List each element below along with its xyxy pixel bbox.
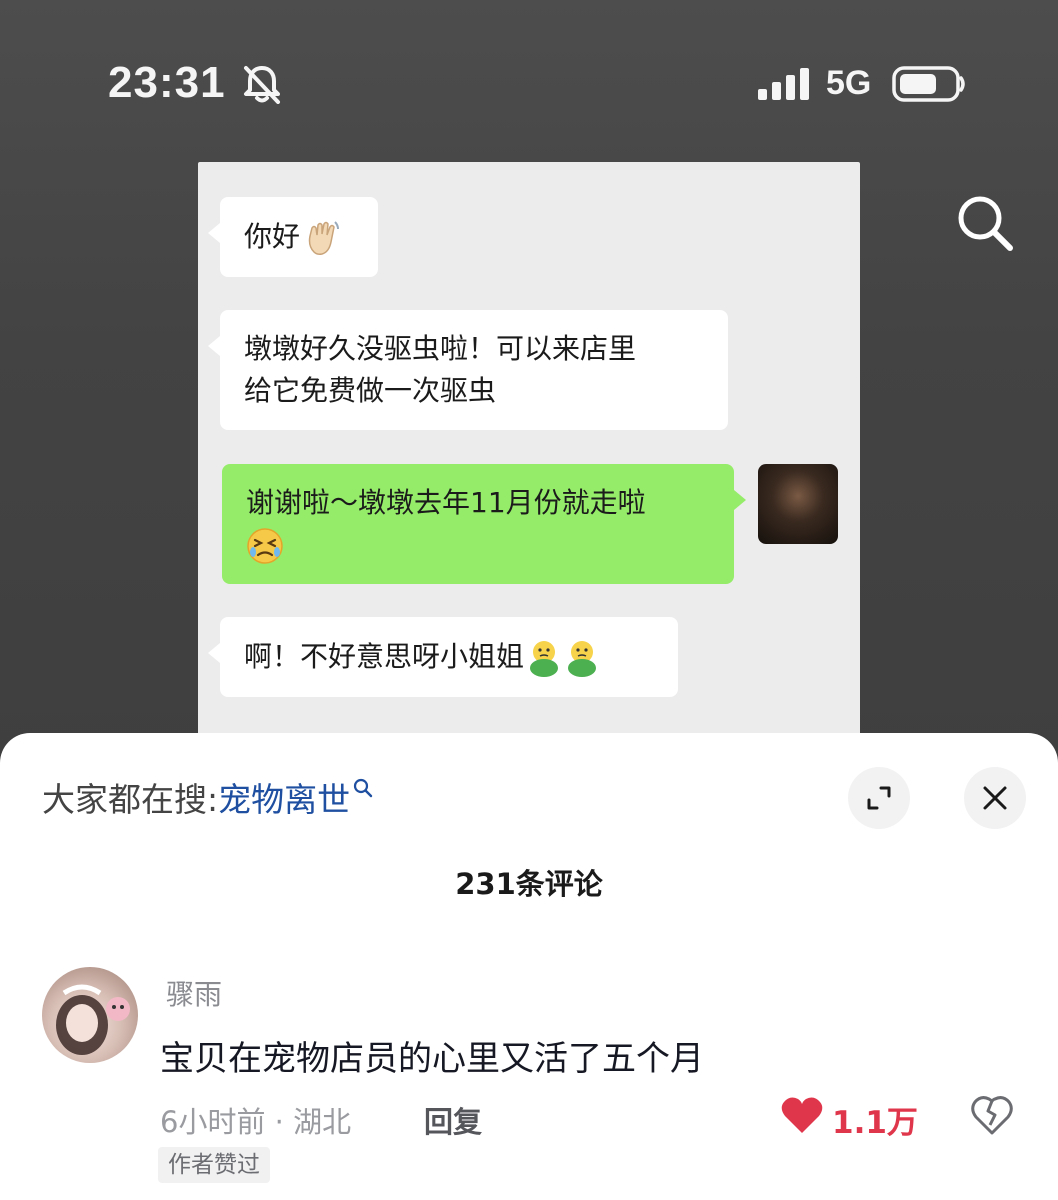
search-small-icon	[354, 778, 373, 798]
expand-button[interactable]	[848, 767, 910, 829]
avatar-illustration	[56, 984, 130, 1055]
expand-icon	[867, 786, 891, 810]
heart-icon	[781, 1097, 823, 1133]
author-liked-badge: 作者赞过	[158, 1147, 270, 1183]
trending-keyword[interactable]: 宠物离世	[218, 780, 350, 819]
chat-bubble-apology: 啊！不好意思呀小姐姐	[208, 617, 678, 697]
comments-sheet: 大家都在搜:宠物离世 231条评论 骤雨 宝贝在宠物店员的心里又活了五个月 6小…	[0, 733, 1058, 1200]
chat-text: 你好	[244, 220, 301, 253]
duck-emoji-icon	[530, 641, 597, 677]
close-icon	[983, 786, 1007, 810]
trending-search-link[interactable]: 大家都在搜:宠物离世	[42, 773, 374, 821]
chat-text: 谢谢啦～墩墩去年11月份就走啦	[246, 486, 646, 519]
trending-prefix: 大家都在搜:	[42, 780, 219, 819]
comment-meta: 6小时前 · 湖北	[160, 1105, 352, 1139]
chat-user-avatar	[758, 464, 838, 544]
chat-bubble-greeting: 你好	[208, 197, 378, 277]
bell-muted-icon	[244, 66, 280, 104]
chat-text: 给它免费做一次驱虫	[244, 374, 497, 407]
battery-icon	[892, 66, 965, 102]
crying-face-icon	[247, 528, 283, 564]
like-count: 1.1万	[832, 1105, 918, 1141]
comment-count: 231条评论	[455, 867, 603, 901]
comment-text: 宝贝在宠物店员的心里又活了五个月	[160, 1039, 704, 1079]
broken-heart-icon[interactable]	[970, 1093, 1014, 1137]
search-icon[interactable]	[950, 188, 1020, 258]
waving-hand-icon	[308, 221, 340, 255]
chat-text: 墩墩好久没驱虫啦！可以来店里	[244, 332, 637, 365]
chat-text: 啊！不好意思呀小姐姐	[244, 640, 525, 673]
close-button[interactable]	[964, 767, 1026, 829]
status-time: 23:31	[108, 58, 226, 107]
chat-bubble-store-message: 墩墩好久没驱虫啦！可以来店里 给它免费做一次驱虫	[208, 310, 728, 430]
reply-button[interactable]: 回复	[424, 1099, 482, 1141]
network-label: 5G	[826, 64, 872, 102]
signal-bars-icon	[758, 68, 809, 100]
commenter-username[interactable]: 骤雨	[166, 973, 222, 1013]
commenter-avatar[interactable]	[42, 967, 138, 1063]
chat-bubble-owner-reply: 谢谢啦～墩墩去年11月份就走啦	[222, 464, 746, 584]
chat-screenshot: 你好 墩墩好久没驱虫啦！可以来店里 给它免费做一次驱虫 谢谢啦～墩墩去年11月份…	[198, 162, 860, 760]
